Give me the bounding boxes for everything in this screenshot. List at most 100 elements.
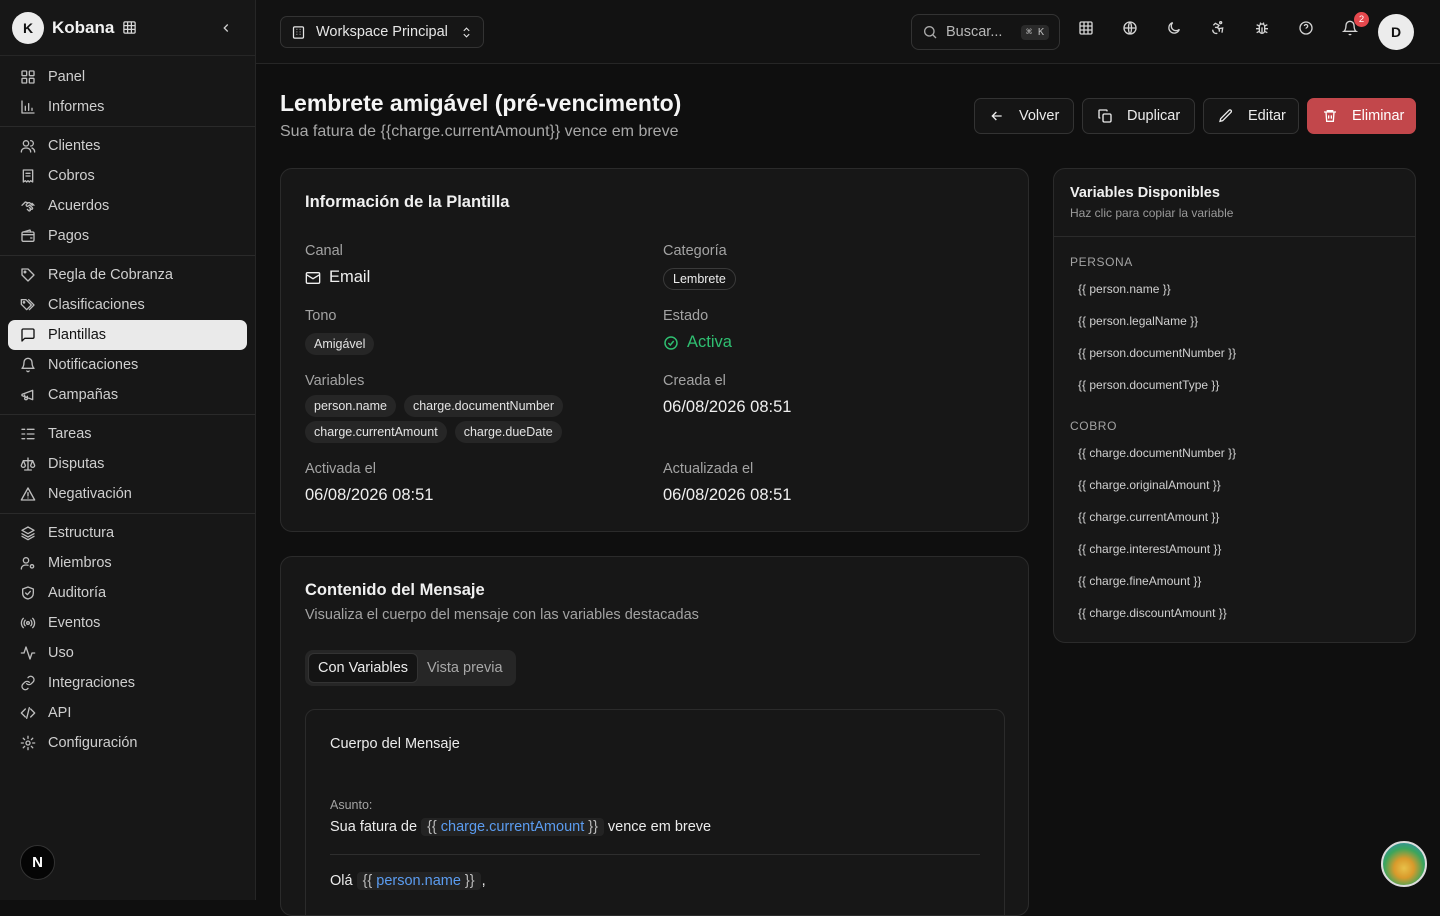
search-shortcut: ⌘ K (1020, 24, 1049, 40)
copy-variable-item[interactable]: {{ charge.interestAmount }} (1070, 533, 1399, 565)
activity-icon (20, 645, 48, 661)
sidebar-item-pagos[interactable]: Pagos (8, 221, 247, 251)
sidebar-item-plantillas[interactable]: Plantillas (8, 320, 247, 350)
copy-variable-item[interactable]: {{ person.documentNumber }} (1070, 337, 1399, 369)
tab-preview[interactable]: Vista previa (418, 653, 512, 683)
sidebar-item-integraciones[interactable]: Integraciones (8, 668, 247, 698)
variables-panel-header: Variables Disponibles Haz clic para copi… (1054, 169, 1415, 237)
nav-group: Tareas Disputas Negativación (0, 415, 255, 514)
bug-icon[interactable] (1254, 20, 1270, 36)
actualizada-label: Actualizada el (663, 461, 754, 477)
scale-icon (20, 456, 48, 472)
workspace-name: Workspace Principal (316, 24, 448, 40)
tab-with-variables[interactable]: Con Variables (308, 653, 419, 683)
categoria-label: Categoría (663, 243, 727, 259)
sidebar-item-label: Miembros (48, 555, 112, 571)
sidebar-item-api[interactable]: API (8, 698, 247, 728)
help-circle-icon[interactable] (1298, 20, 1314, 36)
check-circle-icon (663, 335, 679, 351)
template-info-card: Información de la Plantilla Canal Email … (280, 168, 1029, 532)
sidebar-item-notificaciones[interactable]: Notificaciones (8, 350, 247, 380)
delete-button[interactable]: Eliminar (1307, 98, 1416, 134)
sidebar-item-label: Uso (48, 645, 74, 661)
copy-variable-item[interactable]: {{ charge.discountAmount }} (1070, 597, 1399, 629)
sidebar-item-miembros[interactable]: Miembros (8, 548, 247, 578)
settings-icon (20, 735, 48, 751)
building-icon (291, 25, 306, 40)
sidebar-item-informes[interactable]: Informes (8, 92, 247, 122)
sidebar-item-auditoría[interactable]: Auditoría (8, 578, 247, 608)
subject-line: Sua fatura de {{ charge.currentAmount }}… (330, 818, 711, 836)
sidebar-item-uso[interactable]: Uso (8, 638, 247, 668)
activada-value: 06/08/2026 08:51 (305, 486, 434, 504)
sidebar-item-clasificaciones[interactable]: Clasificaciones (8, 290, 247, 320)
categoria-chip: Lembrete (663, 268, 736, 290)
variable-chip: person.name (305, 395, 396, 417)
edit-label: Editar (1248, 108, 1286, 124)
sidebar-item-negativación[interactable]: Negativación (8, 479, 247, 509)
estado-text: Activa (687, 333, 732, 351)
copy-variable-item[interactable]: {{ person.name }} (1070, 273, 1399, 305)
subject-variable-token[interactable]: {{ charge.currentAmount }} (421, 818, 604, 836)
search-input[interactable]: Buscar... ⌘ K (911, 14, 1060, 50)
sidebar-item-campañas[interactable]: Campañas (8, 380, 247, 410)
sidebar-item-clientes[interactable]: Clientes (8, 131, 247, 161)
body-variable-token[interactable]: {{ person.name }} (356, 872, 481, 890)
receipt-icon (20, 168, 48, 184)
dashboard-icon (20, 69, 48, 85)
search-placeholder: Buscar... (946, 24, 1003, 40)
copy-variable-item[interactable]: {{ charge.originalAmount }} (1070, 469, 1399, 501)
sidebar-item-regla-de-cobranza[interactable]: Regla de Cobranza (8, 260, 247, 290)
message-square-icon (20, 327, 48, 343)
duplicate-button[interactable]: Duplicar (1082, 98, 1195, 134)
sidebar-item-eventos[interactable]: Eventos (8, 608, 247, 638)
nav-group: Estructura Miembros Auditoría Eventos Uso Int… (0, 514, 255, 762)
estado-label: Estado (663, 308, 709, 324)
sidebar-item-label: Integraciones (48, 675, 136, 691)
floating-assistant-button[interactable] (1381, 841, 1427, 887)
sidebar-item-estructura[interactable]: Estructura (8, 518, 247, 548)
back-button[interactable]: Volver (974, 98, 1074, 134)
table-grid-icon[interactable] (122, 20, 137, 35)
brand-header: K Kobana (0, 0, 255, 56)
body-greeting: Olá (330, 873, 353, 889)
radio-icon (20, 615, 48, 631)
pencil-icon (1218, 108, 1248, 124)
accessibility-icon[interactable] (1210, 20, 1226, 36)
sidebar-item-label: Auditoría (48, 585, 107, 601)
copy-variable-item[interactable]: {{ charge.fineAmount }} (1070, 565, 1399, 597)
canal-text: Email (329, 268, 371, 286)
copy-variable-item[interactable]: {{ charge.documentNumber }} (1070, 437, 1399, 469)
brand-logo[interactable]: K (12, 11, 44, 44)
link-icon (20, 675, 48, 691)
sidebar-item-cobros[interactable]: Cobros (8, 161, 247, 191)
sidebar-item-acuerdos[interactable]: Acuerdos (8, 191, 247, 221)
moon-icon[interactable] (1166, 20, 1182, 36)
copy-variable-item[interactable]: {{ person.legalName }} (1070, 305, 1399, 337)
alert-triangle-icon (20, 486, 48, 502)
sidebar-item-label: Clientes (48, 138, 101, 154)
globe-icon[interactable] (1122, 20, 1138, 36)
copy-variable-item[interactable]: {{ person.documentType }} (1070, 369, 1399, 401)
creada-label: Creada el (663, 373, 726, 389)
layers-icon (20, 525, 48, 541)
table-icon[interactable] (1078, 20, 1094, 36)
variables-section-title: COBRO (1070, 419, 1118, 433)
sidebar-item-panel[interactable]: Panel (8, 62, 247, 92)
nav-group: Regla de Cobranza Clasificaciones Plantill… (0, 256, 255, 415)
next-badge[interactable]: N (20, 845, 55, 880)
page-subtitle: Sua fatura de {{charge.currentAmount}} v… (280, 123, 679, 140)
collapse-sidebar-icon[interactable] (219, 21, 233, 35)
copy-variable-item[interactable]: {{ charge.currentAmount }} (1070, 501, 1399, 533)
edit-button[interactable]: Editar (1203, 98, 1299, 134)
handshake-icon (20, 198, 48, 214)
user-avatar[interactable]: D (1378, 14, 1414, 50)
brand-name[interactable]: Kobana (52, 18, 114, 38)
creada-value: 06/08/2026 08:51 (663, 398, 792, 416)
info-card-title: Información de la Plantilla (305, 193, 510, 211)
sidebar-item-tareas[interactable]: Tareas (8, 419, 247, 449)
body-variable: person.name (376, 873, 461, 889)
sidebar-item-configuración[interactable]: Configuración (8, 728, 247, 758)
sidebar-item-disputas[interactable]: Disputas (8, 449, 247, 479)
workspace-selector[interactable]: Workspace Principal (280, 16, 484, 48)
